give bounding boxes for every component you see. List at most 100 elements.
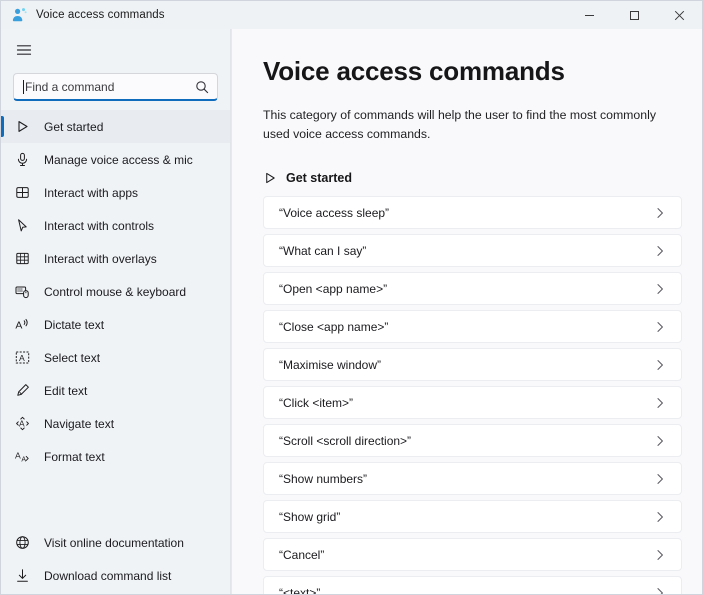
sidebar-item-format-text[interactable]: A A Format text [1,440,230,473]
minimize-button[interactable] [567,1,612,29]
command-label: “Close <app name>” [279,319,389,334]
list-item[interactable]: “Scroll <scroll direction>” [263,424,682,457]
window-body: Get started Manage voice access & mic [1,29,702,594]
select-text-icon: A [13,349,31,367]
sidebar-item-label: Visit online documentation [44,535,184,550]
command-label: “<text>” [279,585,321,595]
sidebar-item-label: Interact with overlays [44,251,157,266]
command-label: “Show numbers” [279,471,368,486]
command-label: “Voice access sleep” [279,205,390,220]
section-header: Get started [263,171,682,185]
navigate-text-icon: A [13,415,31,433]
chevron-right-icon [653,510,667,524]
command-label: “Scroll <scroll direction>” [279,433,412,448]
chevron-right-icon [653,358,667,372]
svg-text:A: A [15,320,22,332]
page-title: Voice access commands [263,56,565,86]
sidebar-item-label: Navigate text [44,416,115,431]
chevron-right-icon [653,396,667,410]
content-scrollbar[interactable] [695,29,702,594]
sidebar-item-manage-voice-access-mic[interactable]: Manage voice access & mic [1,143,230,176]
apps-grid-icon [13,184,31,202]
microphone-icon [13,151,31,169]
chevron-right-icon [653,586,667,594]
sidebar-item-label: Select text [44,350,101,365]
chevron-right-icon [653,434,667,448]
chevron-right-icon [653,320,667,334]
command-label: “What can I say” [279,243,367,258]
globe-icon [13,534,31,552]
svg-text:A: A [21,456,26,463]
chevron-right-icon [653,548,667,562]
search-container [13,73,218,101]
content-scroll-area[interactable]: Voice access commands This category of c… [232,29,702,594]
sidebar-item-control-mouse-keyboard[interactable]: Control mouse & keyboard [1,275,230,308]
app-window: Voice access commands Find a command Get… [0,0,703,595]
sidebar-nav-list: Get started Manage voice access & mic In… [1,109,230,473]
close-button[interactable] [657,1,702,29]
list-item[interactable]: “Show numbers” [263,462,682,495]
window-title: Voice access commands [36,9,165,21]
sidebar-item-navigate-text[interactable]: A Navigate text [1,407,230,440]
list-item[interactable]: “Voice access sleep” [263,196,682,229]
format-text-icon: A A [13,448,31,466]
play-triangle-icon [13,118,31,136]
list-item[interactable]: “What can I say” [263,234,682,267]
sidebar-item-edit-text[interactable]: Edit text [1,374,230,407]
title-bar-left: Voice access commands [1,1,567,29]
dictate-text-icon: A [13,316,31,334]
command-label: “Show grid” [279,509,341,524]
list-item[interactable]: “Maximise window” [263,348,682,381]
sidebar-item-label: Dictate text [44,317,105,332]
list-item[interactable]: “Open <app name>” [263,272,682,305]
search-input[interactable] [25,79,193,94]
sidebar-item-label: Manage voice access & mic [44,152,193,167]
svg-text:A: A [19,353,25,363]
search-box[interactable] [13,73,218,101]
sidebar-item-label: Interact with controls [44,218,155,233]
maximize-button[interactable] [612,1,657,29]
sidebar-item-interact-with-overlays[interactable]: Interact with overlays [1,242,230,275]
list-item[interactable]: “Close <app name>” [263,310,682,343]
text-cursor [23,79,24,94]
download-arrow-icon [13,567,31,585]
sidebar-item-label: Interact with apps [44,185,139,200]
svg-text:A: A [15,451,21,461]
command-label: “Maximise window” [279,357,382,372]
command-label: “Click <item>” [279,395,354,410]
play-triangle-icon [263,171,277,185]
sidebar: Get started Manage voice access & mic [1,29,231,594]
command-list: “Voice access sleep” “What can I say” “O… [263,196,682,594]
chevron-right-icon [653,244,667,258]
content-panel: Voice access commands This category of c… [231,29,702,594]
chevron-right-icon [653,282,667,296]
sidebar-item-label: Format text [44,449,105,464]
sidebar-item-select-text[interactable]: A Select text [1,341,230,374]
sidebar-item-interact-with-apps[interactable]: Interact with apps [1,176,230,209]
sidebar-item-get-started[interactable]: Get started [1,110,230,143]
list-item[interactable]: “Show grid” [263,500,682,533]
sidebar-item-label: Edit text [44,383,88,398]
list-item[interactable]: “Cancel” [263,538,682,571]
list-item[interactable]: “Click <item>” [263,386,682,419]
window-controls [567,1,702,29]
hamburger-icon [16,45,32,55]
cursor-arrow-icon [13,217,31,235]
sidebar-item-dictate-text[interactable]: A Dictate text [1,308,230,341]
command-label: “Open <app name>” [279,281,388,296]
section-title: Get started [286,171,352,185]
chevron-right-icon [653,206,667,220]
voice-access-person-icon [11,7,27,23]
sidebar-item-visit-online-documentation[interactable]: Visit online documentation [1,526,230,559]
mouse-keyboard-icon [13,283,31,301]
hamburger-menu-button[interactable] [5,33,43,67]
command-label: “Cancel” [279,547,325,562]
edit-pencil-icon [13,382,31,400]
title-bar: Voice access commands [1,1,702,29]
sidebar-item-interact-with-controls[interactable]: Interact with controls [1,209,230,242]
search-icon[interactable] [193,78,211,96]
sidebar-item-label: Control mouse & keyboard [44,284,187,299]
sidebar-item-download-command-list[interactable]: Download command list [1,559,230,592]
list-item[interactable]: “<text>” [263,576,682,594]
